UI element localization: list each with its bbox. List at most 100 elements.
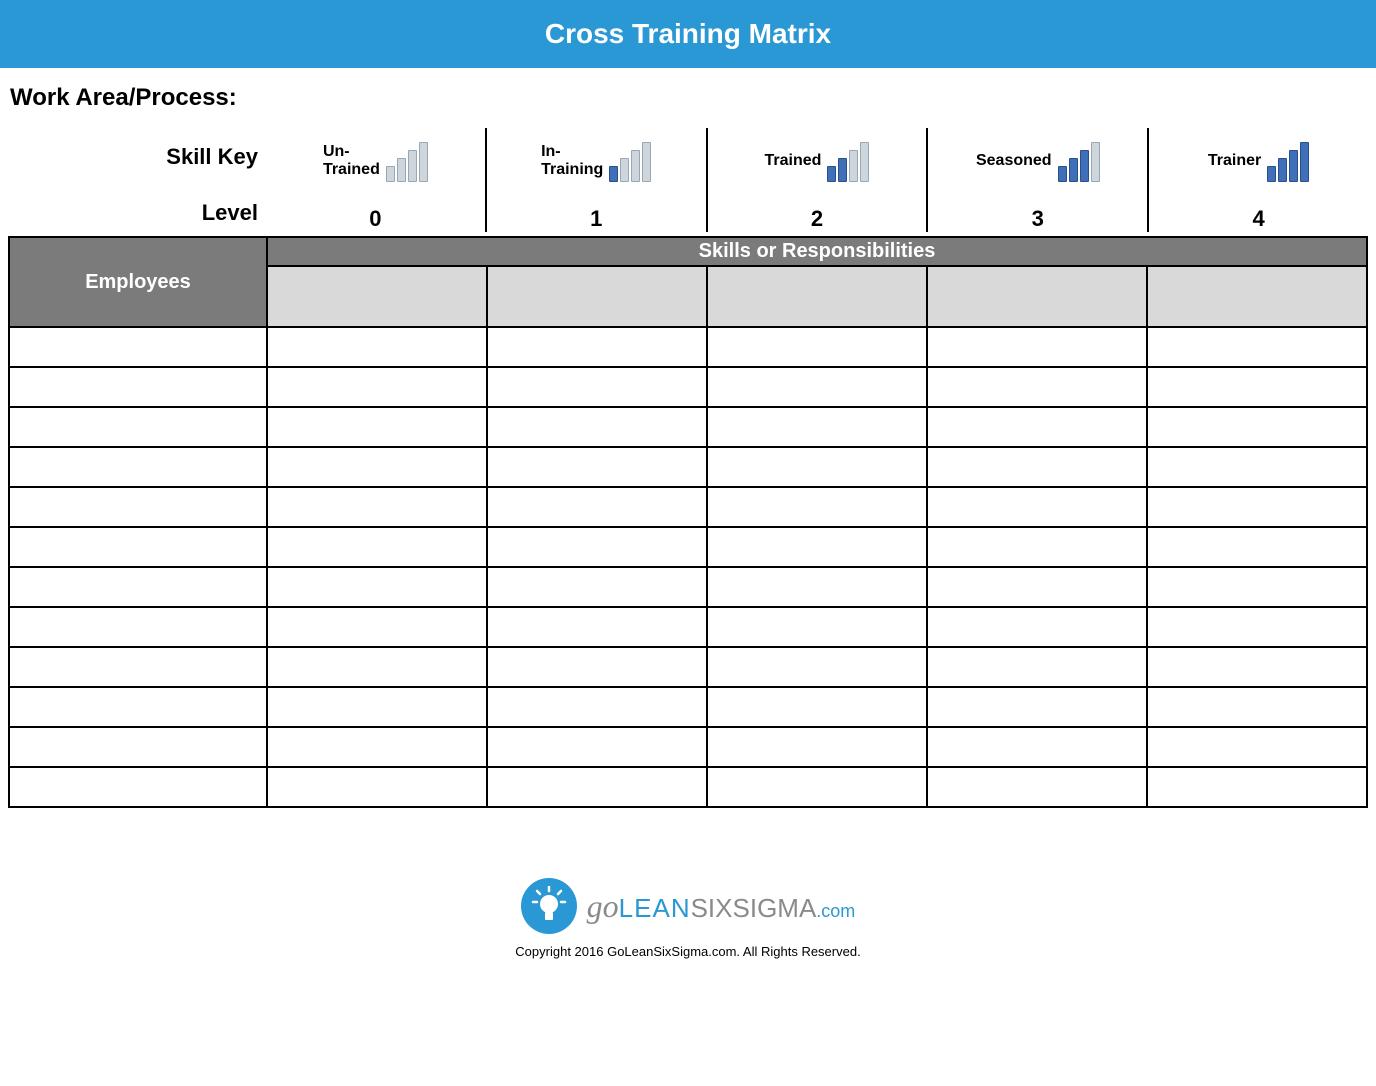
matrix-cell[interactable] <box>927 687 1147 727</box>
matrix-cell[interactable] <box>707 407 927 447</box>
matrix-cell[interactable] <box>267 767 487 807</box>
matrix-cell[interactable] <box>927 727 1147 767</box>
matrix-cell[interactable] <box>1147 487 1367 527</box>
matrix-cell[interactable] <box>707 687 927 727</box>
matrix-cell[interactable] <box>267 687 487 727</box>
matrix-cell[interactable] <box>927 327 1147 367</box>
matrix-cell[interactable] <box>1147 647 1367 687</box>
brand-dotcom: .com <box>816 901 855 921</box>
matrix-cell[interactable] <box>267 527 487 567</box>
employee-name-cell[interactable] <box>9 407 267 447</box>
table-row <box>9 327 1367 367</box>
skill-key-level-4: Trainer 4 <box>1147 128 1368 232</box>
skill-column-header[interactable] <box>707 266 927 327</box>
matrix-cell[interactable] <box>927 647 1147 687</box>
skill-level-label: Trained <box>765 152 822 170</box>
matrix-cell[interactable] <box>1147 407 1367 447</box>
matrix-cell[interactable] <box>927 447 1147 487</box>
skill-level-label: In-Training <box>541 143 603 180</box>
matrix-cell[interactable] <box>267 367 487 407</box>
brand-go: go <box>587 888 619 924</box>
employee-name-cell[interactable] <box>9 527 267 567</box>
matrix-cell[interactable] <box>707 447 927 487</box>
skill-level-label: Trainer <box>1208 152 1261 170</box>
matrix-cell[interactable] <box>927 487 1147 527</box>
table-row <box>9 447 1367 487</box>
matrix-cell[interactable] <box>487 647 707 687</box>
matrix-cell[interactable] <box>1147 447 1367 487</box>
matrix-cell[interactable] <box>267 447 487 487</box>
matrix-cell[interactable] <box>487 447 707 487</box>
matrix-cell[interactable] <box>1147 567 1367 607</box>
matrix-cell[interactable] <box>927 527 1147 567</box>
employee-name-cell[interactable] <box>9 487 267 527</box>
skill-key-level-1: In-Training 1 <box>485 128 706 232</box>
matrix-cell[interactable] <box>707 567 927 607</box>
page-title: Cross Training Matrix <box>0 0 1376 68</box>
matrix-cell[interactable] <box>487 367 707 407</box>
skill-column-header[interactable] <box>1147 266 1367 327</box>
matrix-cell[interactable] <box>927 607 1147 647</box>
employee-name-cell[interactable] <box>9 767 267 807</box>
matrix-cell[interactable] <box>927 367 1147 407</box>
matrix-cell[interactable] <box>707 607 927 647</box>
footer: goLEANSIXSIGMA.com Copyright 2016 GoLean… <box>0 878 1376 989</box>
brand-text: goLEANSIXSIGMA.com <box>587 888 856 925</box>
skill-column-header[interactable] <box>927 266 1147 327</box>
matrix-cell[interactable] <box>707 487 927 527</box>
level-number: 1 <box>590 206 602 232</box>
employee-name-cell[interactable] <box>9 607 267 647</box>
matrix-cell[interactable] <box>707 527 927 567</box>
table-row <box>9 407 1367 447</box>
matrix-cell[interactable] <box>707 367 927 407</box>
brand-lean: LEAN <box>619 893 691 923</box>
brand-logo: goLEANSIXSIGMA.com <box>521 878 856 934</box>
employee-name-cell[interactable] <box>9 447 267 487</box>
employee-name-cell[interactable] <box>9 727 267 767</box>
employee-name-cell[interactable] <box>9 647 267 687</box>
employee-name-cell[interactable] <box>9 687 267 727</box>
matrix-cell[interactable] <box>267 567 487 607</box>
matrix-cell[interactable] <box>1147 327 1367 367</box>
matrix-cell[interactable] <box>1147 367 1367 407</box>
matrix-cell[interactable] <box>267 407 487 447</box>
level-number: 4 <box>1252 206 1264 232</box>
matrix-cell[interactable] <box>267 647 487 687</box>
matrix-cell[interactable] <box>927 407 1147 447</box>
matrix-cell[interactable] <box>707 647 927 687</box>
matrix-cell[interactable] <box>267 487 487 527</box>
matrix-cell[interactable] <box>1147 687 1367 727</box>
matrix-cell[interactable] <box>487 567 707 607</box>
matrix-cell[interactable] <box>1147 767 1367 807</box>
matrix-cell[interactable] <box>487 727 707 767</box>
table-row <box>9 607 1367 647</box>
skill-column-header[interactable] <box>267 266 487 327</box>
matrix-cell[interactable] <box>267 327 487 367</box>
matrix-cell[interactable] <box>487 607 707 647</box>
skill-column-header[interactable] <box>487 266 707 327</box>
level-number: 0 <box>369 206 381 232</box>
skill-key-label: Skill Key <box>166 144 258 170</box>
matrix-cell[interactable] <box>487 407 707 447</box>
table-row <box>9 367 1367 407</box>
matrix-cell[interactable] <box>267 727 487 767</box>
employee-name-cell[interactable] <box>9 567 267 607</box>
employee-name-cell[interactable] <box>9 327 267 367</box>
matrix-cell[interactable] <box>487 687 707 727</box>
table-row <box>9 727 1367 767</box>
matrix-cell[interactable] <box>707 327 927 367</box>
matrix-cell[interactable] <box>1147 607 1367 647</box>
matrix-cell[interactable] <box>1147 527 1367 567</box>
matrix-cell[interactable] <box>927 767 1147 807</box>
matrix-cell[interactable] <box>1147 727 1367 767</box>
signal-bars-icon <box>386 140 428 182</box>
employee-name-cell[interactable] <box>9 367 267 407</box>
matrix-cell[interactable] <box>707 767 927 807</box>
matrix-cell[interactable] <box>487 487 707 527</box>
matrix-cell[interactable] <box>707 727 927 767</box>
matrix-cell[interactable] <box>487 327 707 367</box>
matrix-cell[interactable] <box>487 767 707 807</box>
matrix-cell[interactable] <box>267 607 487 647</box>
matrix-cell[interactable] <box>927 567 1147 607</box>
matrix-cell[interactable] <box>487 527 707 567</box>
